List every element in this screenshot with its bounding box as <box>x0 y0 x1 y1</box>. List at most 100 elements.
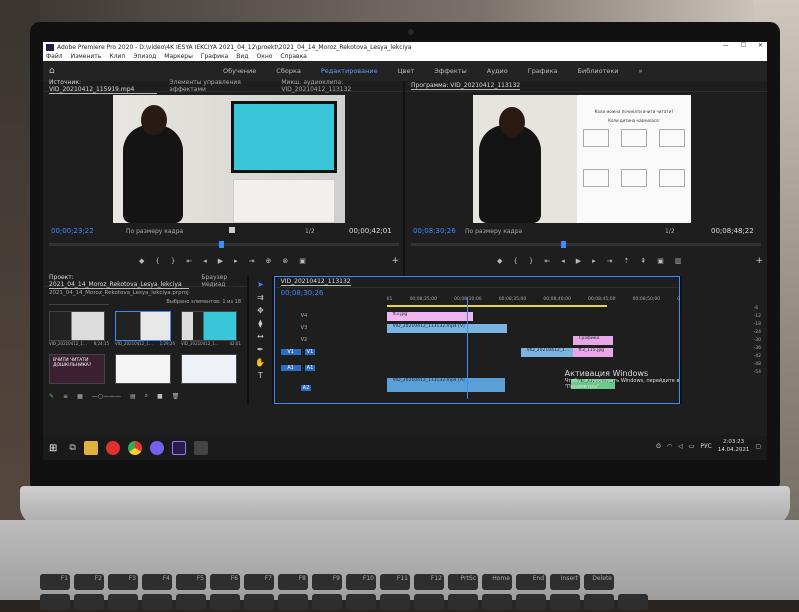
pen-icon[interactable]: ✒ <box>257 345 264 354</box>
workspace-effects[interactable]: Эффекты <box>434 67 467 75</box>
task-view-icon[interactable]: ⧉ <box>69 443 75 453</box>
menu-view[interactable]: Вид <box>236 53 248 60</box>
work-area-bar[interactable] <box>386 305 607 307</box>
mark-in-icon[interactable]: { <box>513 257 517 265</box>
step-forward-icon[interactable]: ▸ <box>234 257 238 265</box>
project-item[interactable]: VID_20210412_1... 8;24;15 <box>49 311 109 346</box>
zoom-slider[interactable]: —○——— <box>92 393 121 400</box>
menu-graphics[interactable]: Графика <box>201 53 228 60</box>
workspace-learning[interactable]: Обучение <box>223 67 256 75</box>
chrome-icon[interactable] <box>127 441 142 455</box>
project-item[interactable]: VID_20210412_1... 42;01 <box>181 311 241 346</box>
source-fit-select[interactable]: По размеру кадра <box>126 228 183 235</box>
wifi-icon[interactable]: ◠ <box>667 443 672 450</box>
compare-icon[interactable]: ▥ <box>675 257 682 265</box>
go-to-in-icon[interactable]: ⇤ <box>544 257 550 265</box>
hand-icon[interactable]: ✋ <box>255 358 265 367</box>
project-item[interactable]: ВЧИТИ ЧИТАТИ ДОШКІЛЬНИКА? <box>49 354 109 384</box>
insert-icon[interactable]: ⊕ <box>266 257 272 265</box>
viber-icon[interactable] <box>149 441 164 455</box>
type-tool-icon[interactable]: T <box>258 371 263 380</box>
source-timecode[interactable]: 00;00;23;22 <box>51 227 94 235</box>
menu-file[interactable]: Файл <box>46 53 63 60</box>
workspace-color[interactable]: Цвет <box>398 67 415 75</box>
track-v1[interactable]: V1 V1 <box>280 346 385 358</box>
list-view-icon[interactable]: ≡ <box>63 393 68 400</box>
step-forward-icon[interactable]: ▸ <box>592 257 596 265</box>
app-icon[interactable] <box>193 441 208 455</box>
program-fit-select[interactable]: По размеру кадра <box>465 228 522 235</box>
menu-edit[interactable]: Изменить <box>71 53 102 60</box>
track-a2[interactable]: A2 <box>281 378 385 398</box>
razor-icon[interactable]: ⧫ <box>258 319 262 328</box>
step-back-icon[interactable]: ◂ <box>561 257 565 265</box>
language-indicator[interactable]: РУС <box>700 443 711 450</box>
new-bin-icon[interactable]: ■ <box>157 393 163 400</box>
go-to-in-icon[interactable]: ⇤ <box>186 257 192 265</box>
workspace-libraries[interactable]: Библиотеки <box>578 67 619 75</box>
workspace-graphics[interactable]: Графика <box>528 67 558 75</box>
marker-icon[interactable]: ◆ <box>497 257 502 265</box>
program-timecode[interactable]: 00;08;30;26 <box>413 227 456 235</box>
tab-effect-controls[interactable]: Элементы управления эффектами <box>169 79 269 93</box>
tab-project[interactable]: Проект: 2021_04_14_Moroz_Rekotova_Lesya_… <box>49 274 190 289</box>
program-resolution[interactable]: 1/2 <box>665 228 675 235</box>
pencil-icon[interactable]: ✎ <box>49 393 54 400</box>
add-button-icon[interactable]: + <box>755 256 763 266</box>
go-to-out-icon[interactable]: ⇥ <box>249 257 255 265</box>
play-icon[interactable]: ▶ <box>218 257 223 265</box>
mark-in-icon[interactable]: { <box>155 257 159 265</box>
clip-video-2[interactable]: VID_20210412_1... <box>520 348 573 357</box>
home-icon[interactable]: ⌂ <box>49 66 63 76</box>
maximize-button[interactable]: ☐ <box>741 42 746 49</box>
workspace-assembly[interactable]: Сборка <box>276 67 301 75</box>
clip-audio-main[interactable]: VID_20210412_113132.mp4 [A] <box>386 378 505 392</box>
minimize-button[interactable]: — <box>723 42 729 49</box>
track-a1[interactable]: A1 A1 <box>280 358 385 378</box>
menu-clip[interactable]: Клип <box>109 53 125 60</box>
premiere-taskbar-icon[interactable] <box>171 441 186 455</box>
project-item[interactable]: VID_20210412_1... 1;29;26 <box>115 311 175 346</box>
clip-ft3[interactable]: ft3.jpg <box>386 312 473 321</box>
close-button[interactable]: ✕ <box>758 42 763 49</box>
tab-timeline[interactable]: VID_20210412_113132 <box>280 278 351 286</box>
notifications-icon[interactable]: ▢ <box>755 443 761 450</box>
ripple-edit-icon[interactable]: ✥ <box>257 306 264 315</box>
play-icon[interactable]: ▶ <box>576 257 581 265</box>
bluetooth-icon[interactable]: ʘ <box>656 443 661 450</box>
project-search-input[interactable] <box>49 299 109 305</box>
lift-icon[interactable]: ⇡ <box>624 257 630 265</box>
project-item[interactable] <box>115 354 175 384</box>
timeline-timecode[interactable]: 00;08;30;26 <box>281 289 324 297</box>
clip-graphics[interactable]: Графика <box>572 336 613 345</box>
playhead[interactable] <box>466 297 468 399</box>
menu-help[interactable]: Справка <box>280 53 306 60</box>
time-ruler[interactable]: 01 00;08;25;00 00;08;30;00 00;08;35;00 0… <box>387 297 705 302</box>
program-scrubber[interactable] <box>411 241 761 248</box>
menu-window[interactable]: Окно <box>256 53 272 60</box>
tab-program[interactable]: Программа: VID_20210412_113132 <box>411 82 521 90</box>
source-resolution[interactable]: 1/2 <box>305 228 315 235</box>
icon-view-icon[interactable]: ▦ <box>77 393 83 400</box>
extract-icon[interactable]: ⇞ <box>640 257 646 265</box>
track-v4[interactable]: V4 <box>281 310 385 322</box>
menu-sequence[interactable]: Эпизод <box>133 53 156 60</box>
tab-audio-mixer[interactable]: Микш. аудиоклипа: VID_20210412_113132 <box>281 79 403 93</box>
camera-icon[interactable]: ▣ <box>657 257 664 265</box>
menu-markers[interactable]: Маркеры <box>164 53 193 60</box>
step-back-icon[interactable]: ◂ <box>203 257 207 265</box>
file-explorer-icon[interactable] <box>83 441 98 455</box>
mark-out-icon[interactable]: } <box>529 257 533 265</box>
camera-icon[interactable]: ▣ <box>299 257 306 265</box>
selection-tool-icon[interactable]: ➤ <box>257 280 264 289</box>
trash-icon[interactable]: 🗑 <box>172 393 180 400</box>
slip-tool-icon[interactable]: ↔ <box>257 332 264 341</box>
add-button-icon[interactable]: + <box>391 256 399 266</box>
project-item[interactable] <box>181 354 241 384</box>
go-to-out-icon[interactable]: ⇥ <box>607 257 613 265</box>
more-workspaces-icon[interactable]: » <box>639 67 643 75</box>
workspace-audio[interactable]: Аудио <box>487 67 508 75</box>
search-icon[interactable]: ⌕ <box>145 392 148 400</box>
tab-media-browser[interactable]: Браузер медиад <box>201 274 247 288</box>
workspace-editing[interactable]: Редактирование <box>321 67 378 75</box>
